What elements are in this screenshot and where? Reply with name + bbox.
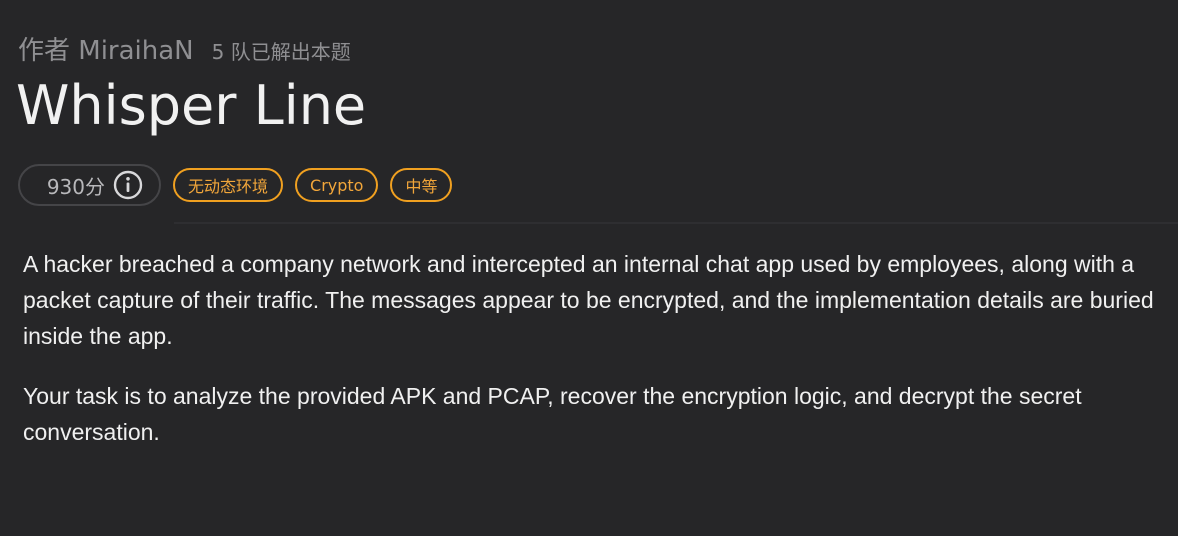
score-badge: 930分 — [18, 164, 161, 206]
info-icon[interactable] — [113, 170, 143, 200]
challenge-title: Whisper Line — [16, 74, 367, 137]
challenge-meta: 作者 MiraihaN 5 队已解出本题 — [18, 30, 351, 67]
description-paragraph: Your task is to analyze the provided APK… — [23, 383, 1082, 445]
solves-count: 5 队已解出本题 — [211, 40, 351, 64]
author-label: 作者 MiraihaN — [18, 36, 194, 66]
challenge-tags: 930分 无动态环境 Crypto 中等 — [18, 164, 453, 206]
challenge-description: A hacker breached a company network and … — [23, 246, 1173, 474]
section-divider — [174, 222, 1178, 224]
category-tag: Crypto — [295, 168, 379, 202]
score-value: 930分 — [46, 174, 105, 199]
difficulty-tag: 中等 — [390, 168, 453, 202]
environment-tag: 无动态环境 — [173, 168, 284, 202]
description-paragraph: A hacker breached a company network and … — [23, 251, 1154, 349]
